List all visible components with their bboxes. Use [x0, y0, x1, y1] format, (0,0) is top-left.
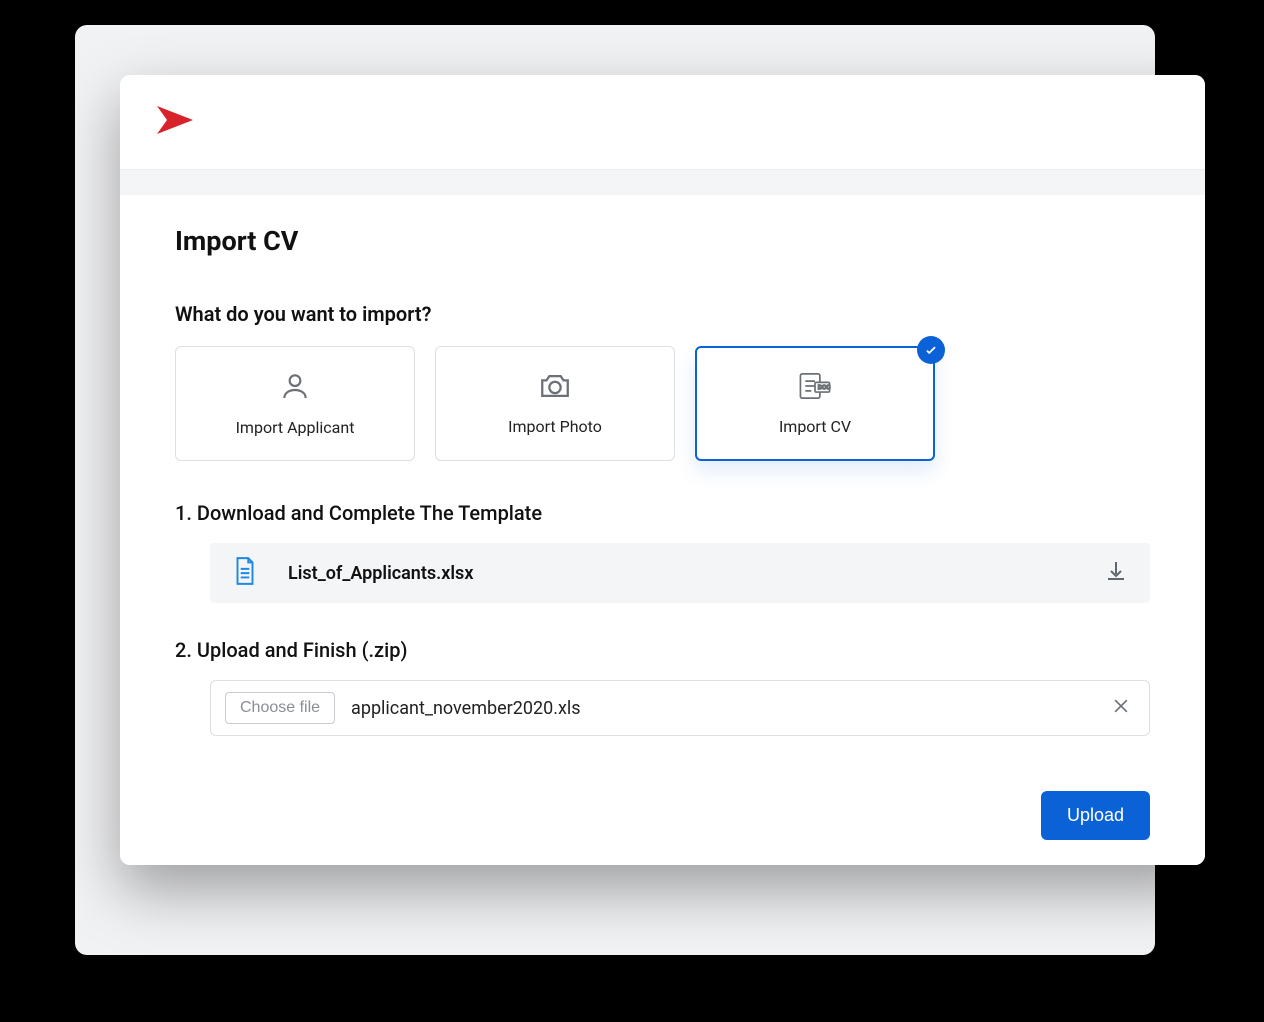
option-import-cv[interactable]: DOC Import CV	[695, 346, 935, 461]
svg-text:DOC: DOC	[818, 385, 830, 391]
file-icon	[232, 556, 258, 590]
option-label: Import Photo	[508, 417, 602, 436]
content-area: Import CV What do you want to import? Im…	[120, 195, 1205, 865]
upload-button[interactable]: Upload	[1041, 791, 1150, 840]
header	[120, 75, 1205, 170]
template-file-name: List_of_Applicants.xlsx	[288, 563, 1074, 584]
option-import-applicant[interactable]: Import Applicant	[175, 346, 415, 461]
template-download-row: List_of_Applicants.xlsx	[210, 543, 1150, 603]
option-label: Import CV	[779, 417, 851, 436]
logo-icon	[155, 102, 201, 142]
person-icon	[279, 370, 311, 406]
import-question: What do you want to import?	[175, 302, 1150, 326]
check-icon	[917, 336, 945, 364]
document-icon: DOC	[798, 371, 832, 405]
option-row: Import Applicant Import Photo	[175, 346, 1150, 461]
step1-heading: 1. Download and Complete The Template	[175, 501, 1150, 525]
file-input-row: Choose file applicant_november2020.xls	[210, 680, 1150, 736]
option-label: Import Applicant	[236, 418, 355, 437]
close-icon[interactable]	[1107, 692, 1135, 724]
chosen-file-name: applicant_november2020.xls	[351, 698, 1091, 719]
strip-divider	[120, 170, 1205, 195]
main-panel: Import CV What do you want to import? Im…	[120, 75, 1205, 865]
page-title: Import CV	[175, 225, 1150, 257]
camera-icon	[538, 371, 572, 405]
option-import-photo[interactable]: Import Photo	[435, 346, 675, 461]
choose-file-button[interactable]: Choose file	[225, 692, 335, 724]
download-icon[interactable]	[1104, 559, 1128, 587]
step2-heading: 2. Upload and Finish (.zip)	[175, 638, 1150, 662]
